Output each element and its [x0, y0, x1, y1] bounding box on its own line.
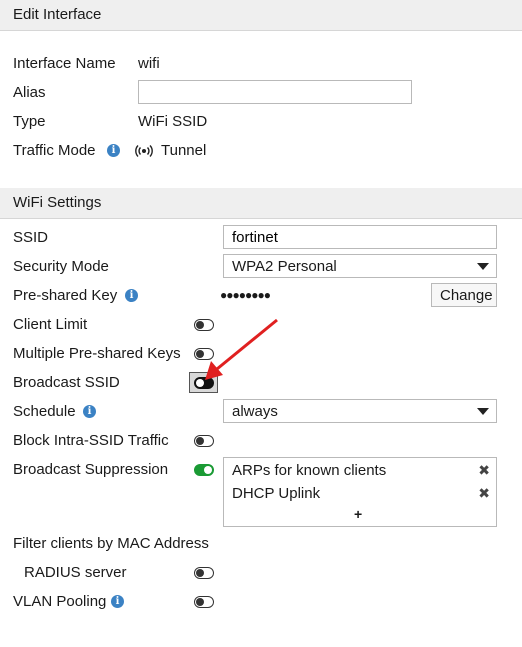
change-button[interactable]: Change	[431, 283, 497, 307]
ssid-label: SSID	[13, 229, 49, 246]
psk-label: Pre-shared Key	[13, 287, 118, 304]
traffic-mode-label: Traffic Mode	[13, 142, 96, 159]
block-intra-ssid-label: Block Intra-SSID Traffic	[13, 432, 169, 449]
toggle-knob	[196, 597, 204, 606]
security-mode-select[interactable]: WPA2 Personal	[223, 254, 497, 278]
psk-masked-value: ●●●●●●●●	[220, 288, 271, 302]
toggle-knob	[196, 568, 204, 577]
vlan-pooling-label: VLAN Pooling	[13, 593, 107, 610]
remove-icon[interactable]: ✖	[478, 462, 490, 479]
schedule-label: Schedule	[13, 403, 76, 420]
wifi-settings-title: WiFi Settings	[13, 194, 102, 211]
red-arrow-annotation	[205, 318, 278, 380]
alias-input[interactable]	[138, 80, 412, 104]
interface-name-label: Interface Name	[13, 55, 116, 72]
alias-label: Alias	[13, 84, 46, 101]
toggle-knob	[204, 465, 212, 474]
schedule-value: always	[232, 403, 278, 420]
add-icon[interactable]: +	[354, 506, 362, 522]
info-icon[interactable]: i	[83, 405, 96, 418]
edit-interface-title: Edit Interface	[13, 6, 102, 23]
traffic-mode-value: Tunnel	[161, 142, 207, 159]
remove-icon[interactable]: ✖	[478, 485, 490, 502]
broadcast-icon	[135, 145, 153, 157]
chevron-down-icon	[477, 408, 489, 415]
interface-name-value: wifi	[138, 55, 160, 72]
info-icon[interactable]: i	[107, 144, 120, 157]
wifi-settings-header: WiFi Settings	[0, 188, 522, 219]
radius-server-toggle[interactable]	[194, 567, 214, 579]
multiple-psk-label: Multiple Pre-shared Keys	[13, 345, 181, 362]
chevron-down-icon	[477, 263, 489, 270]
client-limit-label: Client Limit	[13, 316, 88, 333]
vlan-pooling-toggle[interactable]	[194, 596, 214, 608]
block-intra-ssid-toggle[interactable]	[194, 435, 214, 447]
type-label: Type	[13, 113, 46, 130]
list-item: ARPs for known clients	[232, 462, 387, 479]
radius-server-label: RADIUS server	[24, 564, 127, 581]
schedule-select[interactable]: always	[223, 399, 497, 423]
broadcast-suppression-toggle[interactable]	[194, 464, 214, 476]
info-icon[interactable]: i	[111, 595, 124, 608]
security-mode-value: WPA2 Personal	[232, 258, 337, 275]
list-item: DHCP Uplink	[232, 485, 321, 502]
edit-interface-header: Edit Interface	[0, 0, 522, 31]
type-value: WiFi SSID	[138, 113, 208, 130]
security-mode-label: Security Mode	[13, 258, 109, 275]
toggle-knob	[196, 436, 204, 445]
ssid-input[interactable]	[223, 225, 497, 249]
info-icon[interactable]: i	[125, 289, 138, 302]
broadcast-ssid-label: Broadcast SSID	[13, 374, 120, 391]
broadcast-suppression-list: ARPs for known clients ✖ DHCP Uplink ✖ +	[223, 457, 497, 527]
filter-mac-label: Filter clients by MAC Address	[13, 535, 209, 552]
broadcast-suppression-label: Broadcast Suppression	[13, 461, 169, 478]
